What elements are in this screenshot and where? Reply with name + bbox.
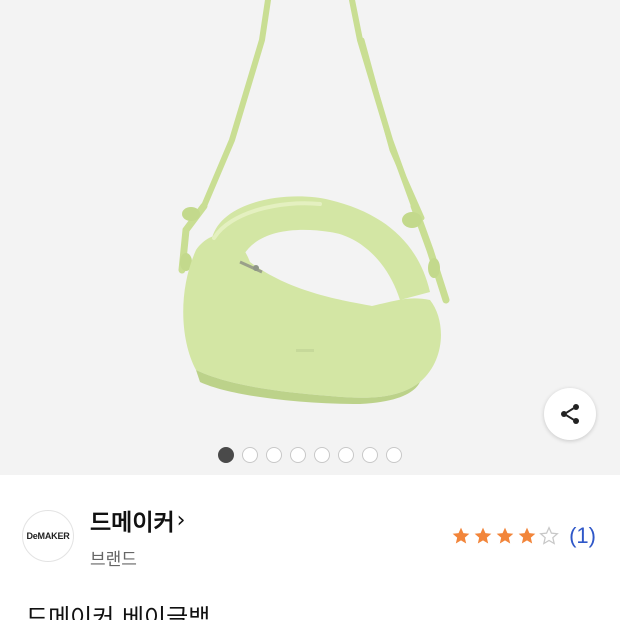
product-title: 드메이커 베이글백 <box>26 604 211 620</box>
star-icon <box>474 527 492 544</box>
share-icon <box>561 404 579 424</box>
review-count[interactable]: (1) <box>569 523 596 549</box>
brand-subtitle: 브랜드 <box>90 550 137 570</box>
star-empty-icon <box>539 526 559 545</box>
product-image[interactable] <box>0 0 620 475</box>
brand-logo-text: DeMAKER <box>26 531 70 541</box>
carousel-dot-8[interactable] <box>386 447 402 463</box>
carousel-dot-5[interactable] <box>314 447 330 463</box>
chevron-right-icon: › <box>176 507 186 533</box>
rating-summary[interactable]: (1) <box>451 523 596 549</box>
brand-name: 드메이커 <box>90 510 175 536</box>
star-icon <box>452 527 470 544</box>
carousel-dot-7[interactable] <box>362 447 378 463</box>
brand-logo[interactable]: DeMAKER <box>22 510 74 562</box>
carousel-dot-1[interactable] <box>218 447 234 463</box>
carousel-dot-6[interactable] <box>338 447 354 463</box>
star-icon <box>518 527 536 544</box>
carousel-pagination <box>0 447 620 463</box>
carousel-dot-2[interactable] <box>242 447 258 463</box>
share-button[interactable] <box>544 388 596 440</box>
star-icon <box>496 527 514 544</box>
carousel-dot-4[interactable] <box>290 447 306 463</box>
brand-link[interactable]: 드메이커 › <box>90 503 185 537</box>
product-image-carousel[interactable] <box>0 0 620 475</box>
carousel-dot-3[interactable] <box>266 447 282 463</box>
